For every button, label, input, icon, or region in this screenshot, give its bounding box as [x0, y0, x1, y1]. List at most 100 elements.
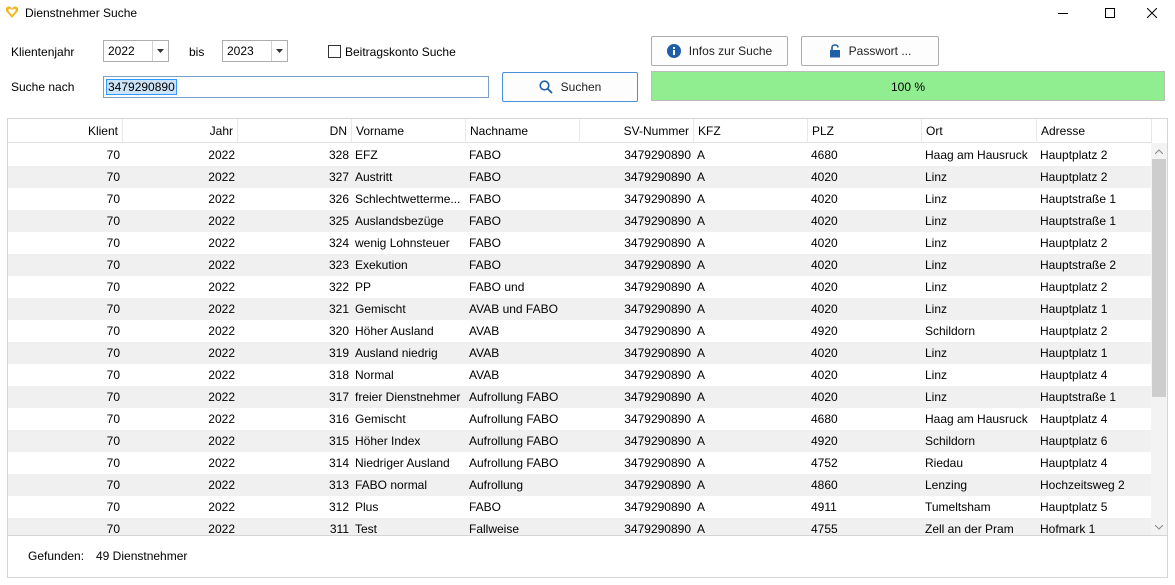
column-header-sv-nummer[interactable]: SV-Nummer: [580, 119, 694, 143]
search-input[interactable]: 3479290890: [103, 76, 489, 98]
table-row[interactable]: 70 2022 315 Höher Index Aufrollung FABO 34792…: [8, 430, 1152, 452]
minimize-button[interactable]: [1040, 0, 1086, 26]
column-header-nachname[interactable]: Nachname: [466, 119, 580, 143]
table-row[interactable]: 70 2022 321 Gemischt AVAB und FABO 3479290890…: [8, 298, 1152, 320]
table-row[interactable]: 70 2022 316 Gemischt Aufrollung FABO 34792908…: [8, 408, 1152, 430]
beitragskonto-label[interactable]: Beitragskonto Suche: [345, 45, 456, 59]
cell-ort: Linz: [925, 346, 948, 360]
cell-klient: 70: [106, 346, 120, 360]
table-header: Klient Jahr DN Vorname Nachname SV-Nummer KFZ P…: [8, 119, 1152, 143]
table-row[interactable]: 70 2022 320 Höher Ausland AVAB 3479290890 A 492…: [8, 320, 1152, 342]
cell-plz: 4020: [811, 170, 838, 184]
cell-plz: 4020: [811, 192, 838, 206]
cell-dn: 322: [328, 280, 349, 294]
cell-vorname: Austritt: [355, 170, 393, 184]
info-icon: [666, 44, 681, 58]
column-header-vorname[interactable]: Vorname: [352, 119, 466, 143]
column-header-plz[interactable]: PLZ: [808, 119, 922, 143]
cell-klient: 70: [106, 478, 120, 492]
cell-adresse: Hauptplatz 4: [1040, 368, 1108, 382]
column-header-adresse[interactable]: Adresse: [1037, 119, 1152, 143]
cell-adresse: Hofmark 1: [1040, 522, 1096, 536]
table-row[interactable]: 70 2022 328 EFZ FABO 3479290890 A 4680 Haag am H…: [8, 144, 1152, 166]
table-row[interactable]: 70 2022 318 Normal AVAB 3479290890 A 4020 Linz Ha…: [8, 364, 1152, 386]
year-to-dropdown-button[interactable]: [271, 41, 287, 61]
table-row[interactable]: 70 2022 325 Auslandsbezüge FABO 3479290890 A 40…: [8, 210, 1152, 232]
table-row[interactable]: 70 2022 322 PP FABO und 3479290890 A 4020 Linz Ha…: [8, 276, 1152, 298]
cell-dn: 328: [328, 148, 349, 162]
vertical-scrollbar[interactable]: [1151, 143, 1167, 535]
cell-adresse: Hochzeitsweg 2: [1040, 478, 1125, 492]
cell-dn: 313: [328, 478, 349, 492]
column-header-ort[interactable]: Ort: [922, 119, 1037, 143]
cell-sv-nummer: 3479290890: [624, 192, 691, 206]
cell-sv-nummer: 3479290890: [624, 324, 691, 338]
cell-sv-nummer: 3479290890: [624, 170, 691, 184]
column-header-jahr[interactable]: Jahr: [123, 119, 238, 143]
results-table[interactable]: Klient Jahr DN Vorname Nachname SV-Nummer KFZ P…: [7, 118, 1168, 536]
scrollbar-thumb[interactable]: [1152, 159, 1166, 397]
cell-kfz: A: [697, 478, 706, 492]
cell-jahr: 2022: [208, 522, 235, 536]
cell-plz: 4020: [811, 346, 838, 360]
cell-ort: Linz: [925, 280, 948, 294]
table-row[interactable]: 70 2022 323 Exekution FABO 3479290890 A 4020 Lin…: [8, 254, 1152, 276]
table-row[interactable]: 70 2022 312 Plus FABO 3479290890 A 4911 Tumeltsh…: [8, 496, 1152, 518]
cell-dn: 326: [328, 192, 349, 206]
cell-plz: 4020: [811, 258, 838, 272]
scroll-up-button[interactable]: [1151, 143, 1167, 159]
cell-dn: 314: [328, 456, 349, 470]
column-header-kfz[interactable]: KFZ: [694, 119, 808, 143]
cell-sv-nummer: 3479290890: [624, 148, 691, 162]
cell-vorname: FABO normal: [355, 478, 428, 492]
cell-jahr: 2022: [208, 368, 235, 382]
cell-vorname: PP: [355, 280, 372, 294]
table-row[interactable]: 70 2022 313 FABO normal Aufrollung 3479290890…: [8, 474, 1152, 496]
close-button[interactable]: [1129, 0, 1175, 26]
cell-plz: 4020: [811, 390, 838, 404]
cell-vorname: Schlechtwetterme...: [355, 192, 461, 206]
cell-plz: 4860: [811, 478, 838, 492]
cell-dn: 312: [328, 500, 349, 514]
cell-plz: 4680: [811, 148, 838, 162]
beitragskonto-checkbox[interactable]: [328, 45, 341, 58]
table-row[interactable]: 70 2022 326 Schlechtwetterme... FABO 34792908…: [8, 188, 1152, 210]
infos-zur-suche-button[interactable]: Infos zur Suche: [651, 36, 788, 66]
cell-jahr: 2022: [208, 324, 235, 338]
year-from-select[interactable]: 2022: [103, 40, 169, 62]
cell-dn: 316: [328, 412, 349, 426]
cell-plz: 4920: [811, 324, 838, 338]
cell-dn: 318: [328, 368, 349, 382]
chevron-down-icon: [276, 49, 283, 53]
scroll-down-button[interactable]: [1151, 519, 1167, 535]
table-row[interactable]: 70 2022 319 Ausland niedrig AVAB 3479290890 A 4…: [8, 342, 1152, 364]
cell-jahr: 2022: [208, 302, 235, 316]
cell-kfz: A: [697, 192, 706, 206]
cell-klient: 70: [106, 500, 120, 514]
table-row[interactable]: 70 2022 311 Test Fallweise 3479290890 A 4755 Zel…: [8, 518, 1152, 536]
year-to-select[interactable]: 2023: [222, 40, 288, 62]
suchen-button[interactable]: Suchen: [502, 72, 638, 102]
table-row[interactable]: 70 2022 317 freier Dienstnehmer Aufrollung F…: [8, 386, 1152, 408]
column-header-klient[interactable]: Klient: [8, 119, 123, 143]
cell-adresse: Hauptstraße 1: [1040, 214, 1117, 228]
table-row[interactable]: 70 2022 314 Niedriger Ausland Aufrollung FAB…: [8, 452, 1152, 474]
cell-klient: 70: [106, 456, 120, 470]
passwort-button[interactable]: Passwort ...: [801, 36, 939, 66]
column-header-dn[interactable]: DN: [238, 119, 352, 143]
title-bar: Dienstnehmer Suche: [0, 0, 1175, 26]
suchen-label: Suchen: [560, 80, 602, 94]
cell-ort: Lenzing: [925, 478, 968, 492]
maximize-button[interactable]: [1087, 0, 1133, 26]
cell-kfz: A: [697, 324, 706, 338]
cell-nachname: FABO: [469, 170, 502, 184]
cell-adresse: Hauptplatz 2: [1040, 170, 1108, 184]
cell-sv-nummer: 3479290890: [624, 500, 691, 514]
table-row[interactable]: 70 2022 327 Austritt FABO 3479290890 A 4020 Linz…: [8, 166, 1152, 188]
passwort-label: Passwort ...: [848, 44, 912, 58]
cell-jahr: 2022: [208, 214, 235, 228]
table-row[interactable]: 70 2022 324 wenig Lohnsteuer FABO 3479290890 A…: [8, 232, 1152, 254]
year-from-dropdown-button[interactable]: [152, 41, 168, 61]
cell-ort: Haag am Hausruck: [925, 412, 1028, 426]
chevron-down-icon: [157, 49, 164, 53]
